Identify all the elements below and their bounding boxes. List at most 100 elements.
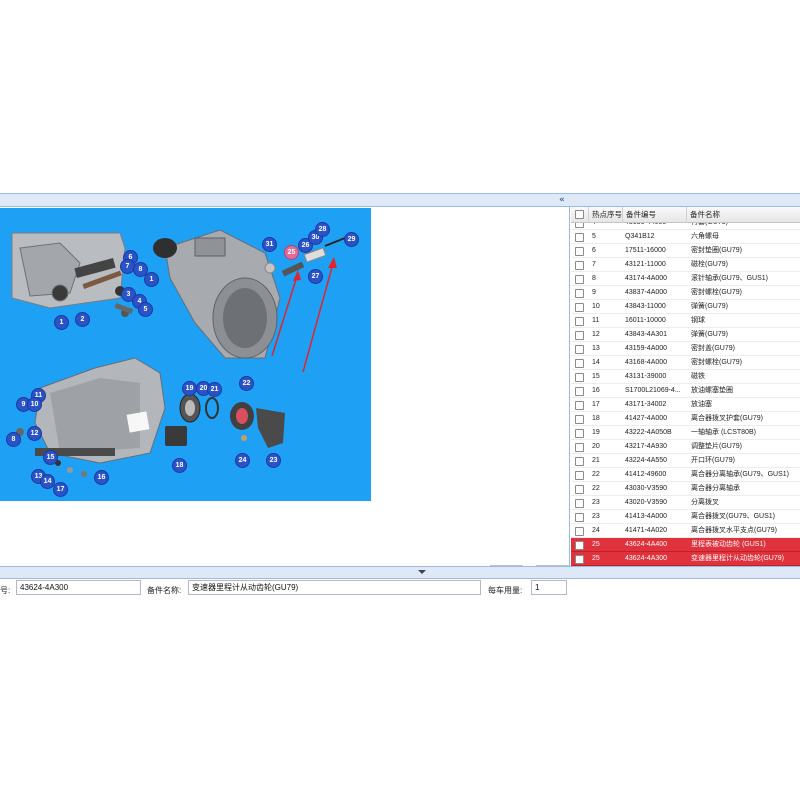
row-checkbox[interactable] bbox=[575, 387, 584, 396]
table-row[interactable]: 22 43030-V3590 离合器分离轴承 bbox=[571, 482, 800, 496]
row-checkbox[interactable] bbox=[575, 223, 584, 228]
header-hotspot-no[interactable]: 热点序号 bbox=[589, 207, 623, 223]
row-checkbox[interactable] bbox=[575, 499, 584, 508]
table-row[interactable]: 18 41427-4A000 离合器拨叉护套(GU79) bbox=[571, 412, 800, 426]
table-row[interactable]: 12 43843-4A301 弹簧(GU79) bbox=[571, 328, 800, 342]
table-row[interactable]: 5 Q341B12 六角螺母 bbox=[571, 230, 800, 244]
horizontal-splitter[interactable] bbox=[0, 566, 800, 579]
hotspot-no-cell: 12 bbox=[592, 331, 600, 338]
row-checkbox[interactable] bbox=[575, 331, 584, 340]
row-checkbox[interactable] bbox=[575, 471, 584, 480]
hotspot-15[interactable]: 15 bbox=[44, 451, 57, 464]
hotspot-21[interactable]: 21 bbox=[208, 383, 221, 396]
row-checkbox[interactable] bbox=[575, 359, 584, 368]
table-row[interactable]: 24 41471-4A020 离合器拨叉水平支点(GU79) bbox=[571, 524, 800, 538]
hotspot-31[interactable]: 31 bbox=[263, 238, 276, 251]
row-checkbox[interactable] bbox=[575, 541, 584, 550]
row-checkbox[interactable] bbox=[575, 401, 584, 410]
table-row[interactable]: 14 43168-4A000 密封螺栓(GU79) bbox=[571, 356, 800, 370]
row-checkbox[interactable] bbox=[575, 429, 584, 438]
part-name-cell: 密封盖(GU79) bbox=[691, 345, 735, 352]
collapse-panel-button[interactable]: « bbox=[556, 195, 568, 206]
hotspot-18[interactable]: 18 bbox=[173, 459, 186, 472]
row-checkbox[interactable] bbox=[575, 275, 584, 284]
row-checkbox[interactable] bbox=[575, 457, 584, 466]
hotspot-22[interactable]: 22 bbox=[240, 377, 253, 390]
hotspot-29[interactable]: 29 bbox=[345, 233, 358, 246]
table-row[interactable]: 25 43624-4A400 里程表被动齿轮 (GUS1) bbox=[571, 538, 800, 552]
table-row[interactable]: 7 43121-11000 磁栓(GU79) bbox=[571, 258, 800, 272]
row-checkbox[interactable] bbox=[575, 555, 584, 564]
table-row[interactable]: 23 43020-V3590 分离拨叉 bbox=[571, 496, 800, 510]
panel-header: « bbox=[0, 193, 800, 207]
part-code-cell: 43020-V3590 bbox=[625, 499, 668, 506]
hotspot-24[interactable]: 24 bbox=[236, 454, 249, 467]
hotspot-8b[interactable]: 8 bbox=[7, 433, 20, 446]
table-row[interactable]: 23 41413-4A000 离合器拨叉(GU79、GUS1) bbox=[571, 510, 800, 524]
hotspot-14[interactable]: 14 bbox=[41, 475, 54, 488]
hotspot-16[interactable]: 16 bbox=[95, 471, 108, 484]
quantity-field[interactable]: 1 bbox=[531, 580, 567, 595]
row-checkbox[interactable] bbox=[575, 345, 584, 354]
row-checkbox[interactable] bbox=[575, 261, 584, 270]
select-all-checkbox[interactable] bbox=[575, 210, 584, 219]
row-checkbox[interactable] bbox=[575, 513, 584, 522]
hotspot-23[interactable]: 23 bbox=[267, 454, 280, 467]
part-name-cell: 里程表被动齿轮 (GUS1) bbox=[691, 541, 766, 548]
hotspot-no-cell: 23 bbox=[592, 499, 600, 506]
table-row[interactable]: 21 43224-4A550 开口环(GU79) bbox=[571, 454, 800, 468]
hotspot-27[interactable]: 27 bbox=[309, 270, 322, 283]
row-checkbox[interactable] bbox=[575, 289, 584, 298]
table-row[interactable]: 19 43222-4A050B 一轴轴承 (LCST80B) bbox=[571, 426, 800, 440]
hotspot-7[interactable]: 7 bbox=[121, 260, 134, 273]
exploded-view-diagram: 1 2 1 3 4 5 6 7 8 31 25 26 30 28 29 27 1… bbox=[0, 208, 371, 501]
row-checkbox[interactable] bbox=[575, 303, 584, 312]
row-checkbox[interactable] bbox=[575, 485, 584, 494]
table-row[interactable]: 25 43624-4A300 变速器里程计从动齿轮(GU79) bbox=[571, 552, 800, 566]
splitter-toggle-icon[interactable] bbox=[418, 570, 426, 574]
hotspot-no-cell: 24 bbox=[592, 527, 600, 534]
hotspot-no-cell: 11 bbox=[592, 317, 600, 324]
header-checkbox-cell[interactable] bbox=[571, 207, 589, 223]
hotspot-no-cell: 25 bbox=[592, 541, 600, 548]
hotspot-28[interactable]: 28 bbox=[316, 223, 329, 236]
hotspot-8[interactable]: 8 bbox=[134, 263, 147, 276]
table-row[interactable]: 13 43159-4A000 密封盖(GU79) bbox=[571, 342, 800, 356]
part-code-label: 号: bbox=[0, 586, 11, 595]
table-row[interactable]: 443630-44000衬套(GU79) bbox=[571, 223, 800, 230]
hotspot-10[interactable]: 10 bbox=[28, 398, 41, 411]
table-row[interactable]: 17 43171-34002 放油塞 bbox=[571, 398, 800, 412]
row-checkbox[interactable] bbox=[575, 317, 584, 326]
part-code-field[interactable]: 43624-4A300 bbox=[16, 580, 141, 595]
row-checkbox[interactable] bbox=[575, 527, 584, 536]
part-name-cell: 离合器分离轴承(GU79、GUS1) bbox=[691, 471, 790, 478]
hotspot-5[interactable]: 5 bbox=[139, 303, 152, 316]
header-part-code[interactable]: 备件编号 bbox=[623, 207, 687, 223]
hotspot-1[interactable]: 1 bbox=[55, 316, 68, 329]
table-row[interactable]: 16 S1700L21069-4... 放油螺塞垫圈 bbox=[571, 384, 800, 398]
table-row[interactable]: 6 17511-16000 密封垫圈(GU79) bbox=[571, 244, 800, 258]
hotspot-no-cell: 13 bbox=[592, 345, 600, 352]
table-row[interactable]: 22 41412-49600 离合器分离轴承(GU79、GUS1) bbox=[571, 468, 800, 482]
row-checkbox[interactable] bbox=[575, 443, 584, 452]
row-checkbox[interactable] bbox=[575, 415, 584, 424]
table-row[interactable]: 10 43843-11000 弹簧(GU79) bbox=[571, 300, 800, 314]
table-row[interactable]: 11 16011-10000 钢球 bbox=[571, 314, 800, 328]
hotspot-12[interactable]: 12 bbox=[28, 427, 41, 440]
part-name-cell: 分离拨叉 bbox=[691, 499, 719, 506]
hotspot-25[interactable]: 25 bbox=[285, 246, 298, 259]
row-checkbox[interactable] bbox=[575, 373, 584, 382]
table-row[interactable]: 15 43131-39000 磁铁 bbox=[571, 370, 800, 384]
header-part-name[interactable]: 备件名称 bbox=[687, 207, 800, 223]
table-row[interactable]: 9 43837-4A000 密封螺栓(GU79) bbox=[571, 286, 800, 300]
hotspot-1b[interactable]: 1 bbox=[145, 273, 158, 286]
hotspot-19[interactable]: 19 bbox=[183, 382, 196, 395]
row-checkbox[interactable] bbox=[575, 247, 584, 256]
row-checkbox[interactable] bbox=[575, 233, 584, 242]
table-row[interactable]: 8 43174-4A000 滚针轴承(GU79、GUS1) bbox=[571, 272, 800, 286]
hotspot-2[interactable]: 2 bbox=[76, 313, 89, 326]
hotspot-17[interactable]: 17 bbox=[54, 483, 67, 496]
part-name-field[interactable]: 变速器里程计从动齿轮(GU79) bbox=[188, 580, 481, 595]
table-row[interactable]: 20 43217-4A930 调整垫片(GU79) bbox=[571, 440, 800, 454]
part-name-cell: 放油塞 bbox=[691, 401, 712, 408]
